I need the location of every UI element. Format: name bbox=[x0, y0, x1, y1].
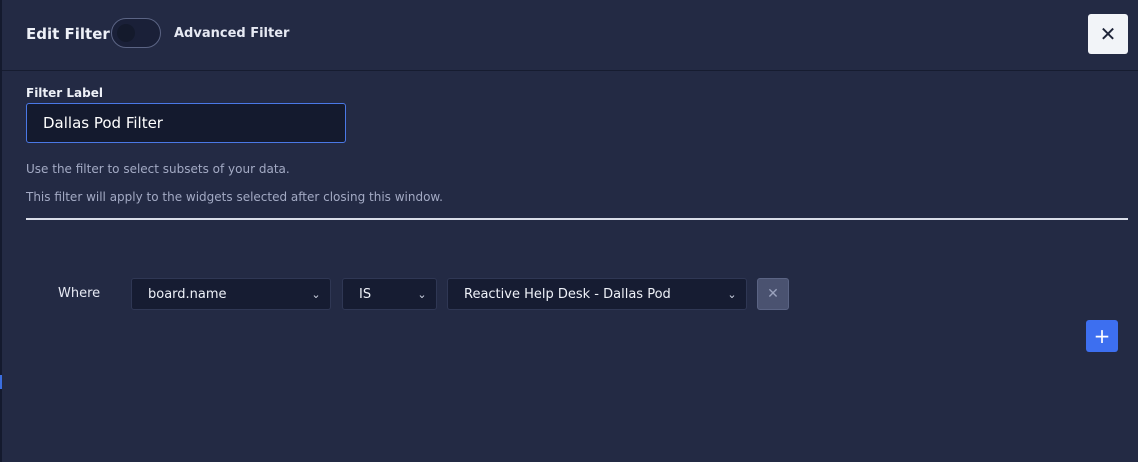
section-divider bbox=[26, 218, 1128, 220]
filter-label-heading: Filter Label bbox=[26, 86, 103, 100]
edit-filter-modal: Edit Filter Advanced Filter ✕ Filter Lab… bbox=[2, 0, 1138, 462]
operator-select[interactable]: IS ⌄ bbox=[342, 278, 437, 310]
help-text-subsets: Use the filter to select subsets of your… bbox=[26, 162, 290, 176]
add-condition-button[interactable]: + bbox=[1086, 320, 1118, 352]
toggle-knob bbox=[117, 24, 135, 42]
help-text-widgets: This filter will apply to the widgets se… bbox=[26, 190, 443, 204]
close-icon: ✕ bbox=[1099, 22, 1117, 46]
value-select-value: Reactive Help Desk - Dallas Pod bbox=[464, 286, 671, 302]
remove-icon: ✕ bbox=[767, 286, 779, 302]
chevron-down-icon: ⌄ bbox=[311, 287, 321, 301]
advanced-filter-label: Advanced Filter bbox=[174, 26, 290, 41]
chevron-down-icon: ⌄ bbox=[727, 287, 737, 301]
filter-label-input[interactable] bbox=[26, 103, 346, 143]
where-label: Where bbox=[58, 286, 101, 301]
remove-condition-button[interactable]: ✕ bbox=[757, 278, 789, 310]
chevron-down-icon: ⌄ bbox=[417, 287, 427, 301]
close-button[interactable]: ✕ bbox=[1088, 14, 1128, 54]
operator-select-value: IS bbox=[359, 286, 372, 302]
value-select[interactable]: Reactive Help Desk - Dallas Pod ⌄ bbox=[447, 278, 747, 310]
plus-icon: + bbox=[1093, 324, 1111, 348]
modal-header: Edit Filter Advanced Filter ✕ bbox=[2, 0, 1138, 71]
field-select-value: board.name bbox=[148, 286, 227, 302]
advanced-filter-toggle[interactable] bbox=[111, 18, 161, 48]
modal-title: Edit Filter bbox=[26, 25, 110, 43]
field-select[interactable]: board.name ⌄ bbox=[131, 278, 331, 310]
